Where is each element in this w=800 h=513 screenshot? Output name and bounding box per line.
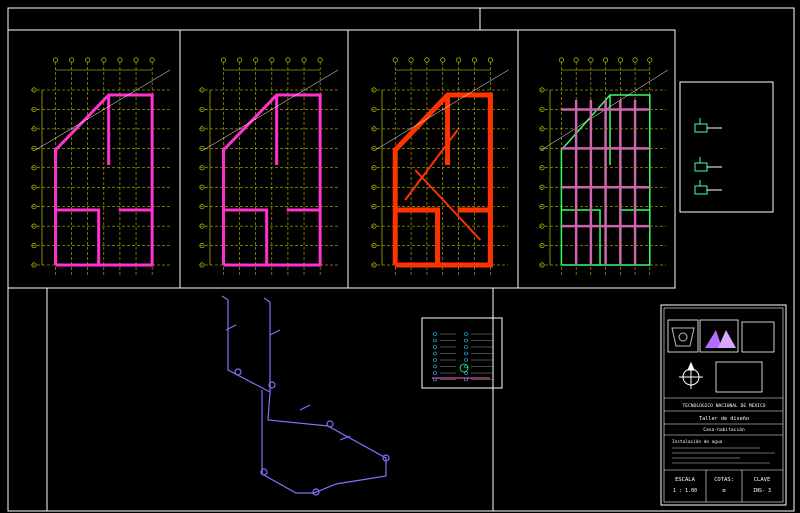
detail-drawing-2 bbox=[694, 157, 722, 172]
detail-box bbox=[679, 81, 774, 213]
floor-plan-panels bbox=[31, 57, 668, 275]
title-block: TECNOLOGICO NACIONAL DE MEXICO Taller de… bbox=[660, 304, 787, 506]
legend-symbols bbox=[432, 332, 494, 382]
units-label: COTAS: bbox=[714, 477, 734, 483]
institution-name: TECNOLOGICO NACIONAL DE MEXICO bbox=[683, 403, 766, 409]
units-value: m bbox=[722, 488, 725, 494]
project-name: Casa-habitación bbox=[703, 426, 745, 433]
detail-drawing-1 bbox=[694, 118, 722, 133]
title-block-notes bbox=[672, 447, 775, 464]
course-name: Taller de diseño bbox=[699, 416, 749, 422]
floor-plan-4 bbox=[539, 57, 668, 275]
isometric-water-piping bbox=[221, 295, 390, 496]
legend-box bbox=[421, 317, 503, 389]
sheet-title: Instalación de agua bbox=[672, 438, 723, 445]
key-label: CLAVE bbox=[754, 477, 771, 483]
cad-drawing-sheet: TECNOLOGICO NACIONAL DE MEXICO Taller de… bbox=[7, 7, 795, 512]
school-logo bbox=[699, 319, 739, 353]
floor-plan-2 bbox=[199, 57, 339, 275]
north-arrow-icon bbox=[679, 361, 703, 389]
floor-plan-3 bbox=[371, 57, 509, 275]
scale-value: 1 : 1.00 bbox=[673, 488, 697, 494]
sheet-frame bbox=[7, 7, 795, 512]
key-value: INS- 3 bbox=[753, 488, 771, 494]
scale-label: ESCALA bbox=[675, 477, 696, 483]
detail-drawing-3 bbox=[694, 180, 722, 195]
institution-logo bbox=[667, 319, 699, 353]
floor-plan-1 bbox=[31, 57, 171, 275]
